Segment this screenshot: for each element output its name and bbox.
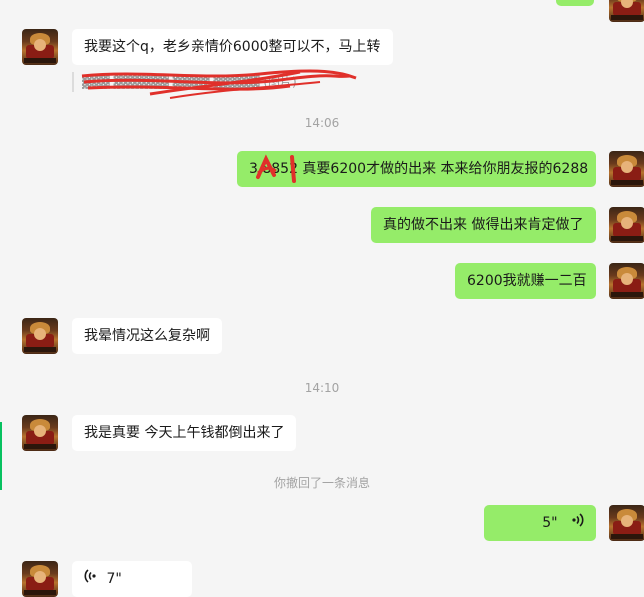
avatar[interactable] xyxy=(22,318,58,354)
avatar[interactable] xyxy=(609,263,644,299)
avatar[interactable] xyxy=(609,151,644,187)
avatar[interactable] xyxy=(609,505,644,541)
timestamp: 14:10 xyxy=(304,381,340,395)
redaction-scribble xyxy=(81,69,357,99)
previous-bubble-edge xyxy=(556,0,594,6)
message-text: 我是真要 今天上午钱都倒出来了 xyxy=(84,425,285,441)
message-text: 6200我就赚一二百 xyxy=(467,273,587,289)
voice-wave-icon xyxy=(572,513,584,534)
message-bubble-outgoing[interactable]: 真的做不出来 做得出来肯定做了 xyxy=(371,207,596,243)
voice-message-outgoing[interactable]: 5" xyxy=(484,505,596,541)
avatar[interactable] xyxy=(22,29,58,65)
avatar[interactable] xyxy=(22,415,58,451)
message-bubble-outgoing[interactable]: 6200我就赚一二百 xyxy=(455,263,596,299)
avatar[interactable] xyxy=(609,207,644,243)
voice-message-incoming[interactable]: 7" xyxy=(72,561,192,597)
message-text: 我要这个q，老乡亲情价6000整可以不，马上转 xyxy=(84,39,381,55)
voice-wave-icon xyxy=(84,569,96,590)
timestamp: 14:06 xyxy=(304,116,340,130)
voice-duration: 5" xyxy=(542,515,558,531)
avatar[interactable] xyxy=(22,561,58,597)
message-text: 真的做不出来 做得出来肯定做了 xyxy=(383,217,584,233)
message-text: 我晕情况这么复杂啊 xyxy=(84,328,210,344)
redaction-mark xyxy=(256,154,296,183)
message-bubble-incoming[interactable]: 我是真要 今天上午钱都倒出来了 xyxy=(72,415,297,451)
avatar[interactable] xyxy=(609,0,644,22)
system-message-recalled: 你撤回了一条消息 xyxy=(273,476,370,490)
voice-duration: 7" xyxy=(106,571,122,587)
message-bubble-incoming[interactable]: 我晕情况这么复杂啊 xyxy=(72,318,222,354)
message-bubble-incoming[interactable]: 我要这个q，老乡亲情价6000整可以不，马上转 xyxy=(72,29,393,65)
